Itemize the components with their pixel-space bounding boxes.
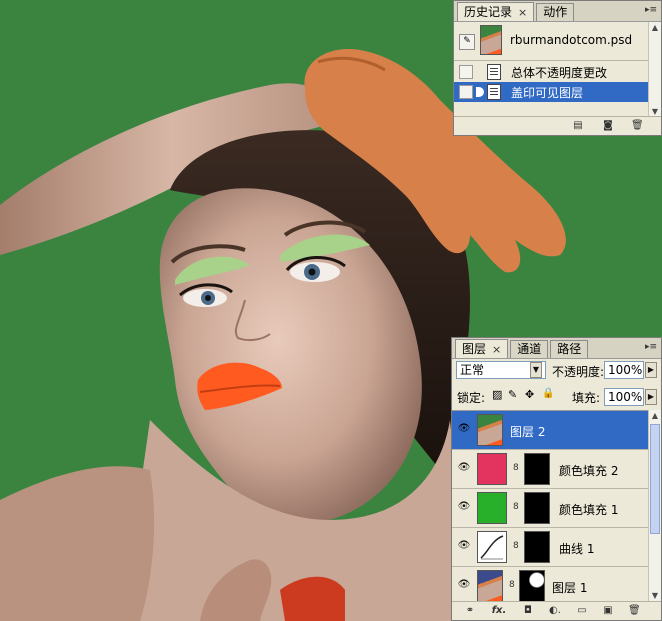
document-state-icon	[487, 64, 501, 80]
visibility-eye-icon[interactable]: 👁	[457, 540, 471, 551]
layers-panel: 图层 × 通道 路径 ▸≡ 正常 ▼ 不透明度: 100% ▶ 锁定: ▨ ✎ …	[451, 337, 662, 621]
layer-mask-thumbnail	[524, 531, 550, 563]
lock-position-icon[interactable]: ✥	[525, 388, 534, 401]
tab-channels-label: 通道	[517, 342, 542, 356]
lock-label: 锁定:	[457, 391, 486, 405]
tab-paths-label: 路径	[557, 342, 582, 356]
layer-name[interactable]: 颜色填充 2	[559, 462, 618, 479]
opacity-value: 100%	[608, 363, 643, 377]
document-state-icon	[487, 84, 501, 100]
link-icon: 8	[509, 580, 515, 590]
new-group-icon[interactable]: ▭	[576, 605, 588, 616]
scroll-up-icon[interactable]: ▲	[649, 22, 661, 34]
scroll-thumb[interactable]	[650, 424, 660, 534]
layer-row-selected[interactable]: 👁 图层 2	[452, 411, 649, 450]
link-icon: 8	[513, 463, 519, 473]
trash-icon[interactable]: 🗑	[628, 605, 641, 616]
tab-actions[interactable]: 动作	[536, 3, 575, 21]
fill-slider-arrow-icon[interactable]: ▶	[645, 389, 657, 405]
history-panel: 历史记录 × 动作 ▸≡ ✎ rburmandotcom.psd 总体不透明度更…	[453, 0, 662, 136]
tab-layers-label: 图层	[462, 341, 487, 356]
history-scrollbar[interactable]: ▲ ▼	[648, 22, 661, 118]
camera-snapshot-icon[interactable]: ◙	[602, 120, 614, 131]
layer-mask-thumbnail	[519, 570, 545, 602]
layer-row[interactable]: 👁 8 颜色填充 2	[452, 450, 649, 489]
color-fill-thumbnail	[477, 492, 507, 524]
layer-list: 👁 图层 2 👁 8 颜色填充 2 👁 8 颜色填充 1 👁 8 曲线 1 👁 …	[452, 410, 649, 603]
history-state-row[interactable]: 总体不透明度更改	[454, 62, 650, 82]
close-icon[interactable]: ×	[492, 341, 501, 358]
visibility-eye-icon[interactable]: 👁	[457, 462, 471, 473]
lock-image-pixels-icon[interactable]: ✎	[508, 388, 517, 401]
layer-name[interactable]: 曲线 1	[559, 540, 594, 557]
snapshot-name: rburmandotcom.psd	[510, 33, 633, 47]
history-state-label: 总体不透明度更改	[511, 65, 608, 80]
adjustment-layer-icon[interactable]: ◐.	[546, 605, 564, 616]
new-document-from-state-icon[interactable]: ▤	[572, 120, 584, 131]
opacity-label: 不透明度:	[552, 365, 605, 379]
history-brush-source-checkbox[interactable]	[459, 65, 473, 79]
tab-history[interactable]: 历史记录 ×	[457, 2, 535, 21]
lock-all-icon[interactable]: 🔒	[542, 388, 554, 399]
tab-paths[interactable]: 路径	[550, 340, 589, 358]
tab-history-label: 历史记录	[464, 4, 513, 19]
panel-menu-icon[interactable]: ▸≡	[645, 342, 657, 352]
add-mask-icon[interactable]: ◘	[522, 605, 534, 616]
layer-name[interactable]: 颜色填充 1	[559, 501, 618, 518]
scroll-up-icon[interactable]: ▲	[649, 410, 661, 422]
tab-channels[interactable]: 通道	[510, 340, 549, 358]
layer-row[interactable]: 👁 8 曲线 1	[452, 528, 649, 567]
history-state-label: 盖印可见图层	[511, 85, 584, 100]
new-layer-icon[interactable]: ▣	[602, 605, 614, 616]
visibility-eye-icon[interactable]: 👁	[457, 501, 471, 512]
lock-transparent-pixels-icon[interactable]: ▨	[492, 388, 502, 401]
blend-mode-value: 正常	[460, 363, 485, 377]
fill-label: 填充:	[572, 391, 601, 405]
chevron-down-icon[interactable]: ▼	[530, 362, 542, 378]
visibility-eye-icon[interactable]: 👁	[457, 579, 471, 590]
history-panel-footer: ▤ ◙ 🗑	[454, 116, 661, 135]
layer-style-fx-icon[interactable]: fx.	[490, 605, 508, 616]
history-panel-tabs: 历史记录 × 动作 ▸≡	[454, 1, 661, 22]
history-snapshot-row[interactable]: ✎ rburmandotcom.psd	[454, 22, 650, 61]
layer-thumbnail	[477, 414, 503, 446]
color-fill-thumbnail	[477, 453, 507, 485]
fill-input[interactable]: 100%	[604, 388, 644, 406]
link-layers-icon[interactable]: ⚭	[464, 605, 476, 616]
layers-panel-footer: ⚭ fx. ◘ ◐. ▭ ▣ 🗑	[452, 601, 661, 620]
layer-name[interactable]: 图层 1	[552, 579, 587, 596]
layer-name[interactable]: 图层 2	[510, 423, 545, 440]
opacity-input[interactable]: 100%	[604, 361, 644, 379]
link-icon: 8	[513, 502, 519, 512]
layers-panel-tabs: 图层 × 通道 路径 ▸≡	[452, 338, 661, 359]
tab-layers[interactable]: 图层 ×	[455, 339, 509, 358]
layer-mask-thumbnail	[524, 453, 550, 485]
panel-menu-icon[interactable]: ▸≡	[645, 5, 657, 15]
layer-row[interactable]: 👁 8 图层 1	[452, 567, 649, 603]
curves-adjustment-icon	[477, 531, 507, 563]
close-icon[interactable]: ×	[518, 4, 527, 21]
layers-scrollbar[interactable]: ▲ ▼	[648, 410, 661, 602]
history-brush-source-checkbox[interactable]	[459, 85, 473, 99]
snapshot-thumbnail	[480, 25, 502, 55]
history-state-slider-icon[interactable]	[476, 87, 484, 97]
curves-graph-icon	[480, 535, 504, 560]
layer-mask-thumbnail	[524, 492, 550, 524]
tab-actions-label: 动作	[543, 5, 568, 19]
trash-icon[interactable]: 🗑	[631, 120, 644, 131]
history-state-row-selected[interactable]: 盖印可见图层	[454, 82, 650, 102]
fill-value: 100%	[608, 390, 643, 404]
opacity-slider-arrow-icon[interactable]: ▶	[645, 362, 657, 378]
brush-source-icon[interactable]: ✎	[459, 34, 475, 50]
visibility-eye-icon[interactable]: 👁	[457, 423, 471, 434]
link-icon: 8	[513, 541, 519, 551]
layer-thumbnail	[477, 570, 503, 602]
layer-row[interactable]: 👁 8 颜色填充 1	[452, 489, 649, 528]
